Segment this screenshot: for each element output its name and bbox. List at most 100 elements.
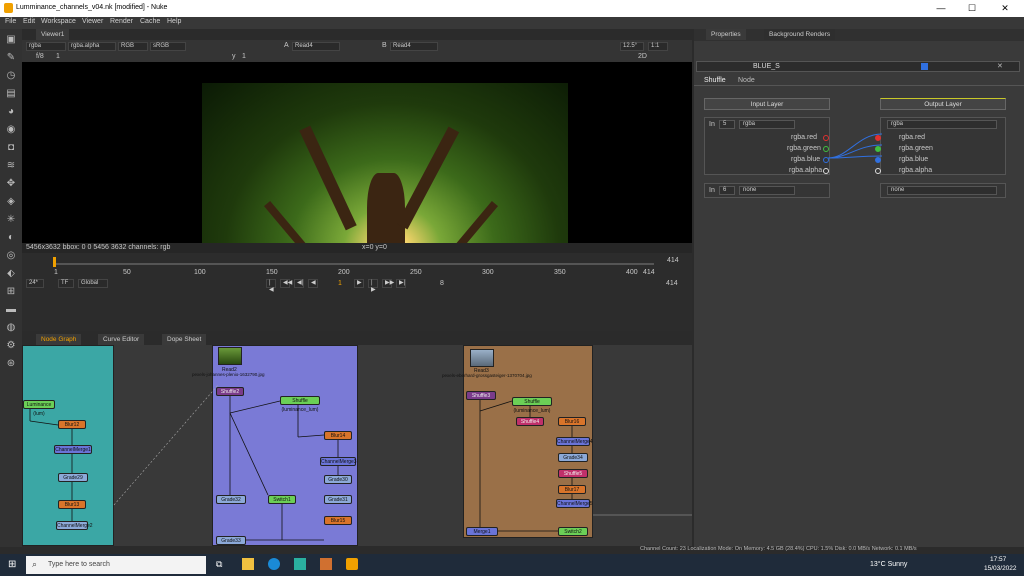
input-a-label: A [284,42,289,49]
node-name[interactable]: BLUE_S [753,63,780,70]
playback-controls: |◀ ◀◀ ◀| ◀ 1 ▶ |▶ ▶▶ ▶| 8 [256,279,456,293]
y-field[interactable]: 1 [242,53,246,60]
in2-number-select[interactable]: 6 [719,186,735,195]
play-button[interactable]: ▶ [354,279,364,288]
global-select[interactable]: Global [78,279,108,288]
prev-frame-button[interactable]: ◀| [294,279,304,288]
input-b-select[interactable]: Read4 [390,41,438,51]
out-channel-green: rgba.green [899,145,933,152]
tf-select[interactable]: TF [58,279,74,288]
node-header: BLUE_S ✕ [696,61,1020,72]
current-frame[interactable]: 1 [338,280,342,287]
colorspace-select[interactable]: sRGB [150,41,186,51]
window-title: Lumminance_channels_v04.nk [modified] - … [16,4,168,11]
tab-viewer1[interactable]: Viewer1 [36,29,70,40]
toolsets-icon[interactable]: ⊞ [4,285,18,298]
cursor-coords: x=0 y=0 [362,244,387,251]
channel-icon[interactable]: ▤ [4,87,18,100]
subtab-node[interactable]: Node [738,77,755,84]
timeline: 1 50 100 150 200 250 300 350 400 414 414… [22,253,692,331]
play-back-button[interactable]: ◀ [308,279,318,288]
out-layer-select[interactable]: rgba [887,120,997,129]
transform-icon[interactable]: ✥ [4,177,18,190]
time-icon[interactable]: ◷ [4,69,18,82]
clock-date[interactable]: 15/03/2022 [984,565,1017,572]
app-m-icon[interactable] [294,558,306,570]
fps-select[interactable]: 24* [26,279,44,288]
furnace-icon[interactable]: ◍ [4,321,18,334]
next-key-button[interactable]: ▶▶ [382,279,394,288]
display-select[interactable]: RGB [118,41,148,51]
zoom-select[interactable]: 12.5° [620,41,644,51]
maximize-button[interactable]: ☐ [957,2,987,15]
mode-2d-select[interactable]: 2D [638,53,647,60]
first-frame-button[interactable]: |◀ [266,279,276,293]
next-frame-button[interactable]: |▶ [368,279,378,293]
other-icon[interactable]: ▬ [4,303,18,316]
menu-render[interactable]: Render [110,18,133,25]
prev-key-button[interactable]: ◀◀ [280,279,292,288]
deep-icon[interactable]: ◐ [4,231,18,244]
subtab-shuffle[interactable]: Shuffle [704,77,726,84]
draw-icon[interactable]: ✎ [4,51,18,64]
nuke-taskbar-icon[interactable] [346,558,358,570]
windows-start-icon[interactable]: ⊞ [8,559,16,570]
tab-properties[interactable]: Properties [706,29,746,40]
input-b-label: B [382,42,387,49]
in2-layer-select[interactable]: none [739,186,795,195]
out2-layer-select[interactable]: none [887,186,997,195]
tick-300: 300 [482,269,494,276]
tab-dope-sheet[interactable]: Dope Sheet [162,334,207,345]
step-value[interactable]: 8 [440,280,444,287]
end-frame-2[interactable]: 414 [666,280,678,287]
menu-viewer[interactable]: Viewer [82,18,103,25]
frame-field[interactable]: f/8 [36,53,44,60]
clock-time[interactable]: 17:57 [990,556,1006,563]
tab-curve-editor[interactable]: Curve Editor [98,334,145,345]
weather[interactable]: 13°C Sunny [870,561,907,568]
frame-value[interactable]: 1 [56,53,60,60]
close-button[interactable]: ✕ [990,2,1020,15]
color-icon[interactable]: ◕ [4,105,18,118]
in-layer-select[interactable]: rgba [739,120,795,129]
playhead[interactable] [53,257,56,267]
title-bar: Lumminance_channels_v04.nk [modified] - … [0,0,1024,17]
timeline-track[interactable] [54,263,654,265]
minimize-button[interactable]: — [926,2,956,15]
input-a-select[interactable]: Read4 [292,41,340,51]
tab-background-renders[interactable]: Background Renders [764,29,836,40]
search-icon: ⌕ [32,559,38,569]
taskbar-search[interactable]: Type here to search [26,556,206,574]
keyer-icon[interactable]: ◘ [4,141,18,154]
file-explorer-icon[interactable] [242,558,254,570]
plugin-icon[interactable]: ⊛ [4,357,18,370]
close-properties-icon[interactable]: ✕ [997,62,1003,70]
metadata-icon[interactable]: ⬖ [4,267,18,280]
menu-file[interactable]: File [5,18,16,25]
menu-help[interactable]: Help [167,18,181,25]
particles-icon[interactable]: ✳ [4,213,18,226]
channels-select[interactable]: rgba [26,41,66,51]
image-info: 5456x3632 bbox: 0 0 5456 3632 channels: … [26,244,171,251]
input-layer-box: In 5 rgba rgba.red rgba.green rgba.blue … [704,117,830,175]
image-icon[interactable]: ▣ [4,33,18,46]
in-number-select[interactable]: 5 [719,120,735,129]
3d-icon[interactable]: ◈ [4,195,18,208]
edge-icon[interactable] [268,558,280,570]
menu-workspace[interactable]: Workspace [41,18,76,25]
tab-node-graph[interactable]: Node Graph [36,334,82,345]
alpha-select[interactable]: rgba.alpha [68,41,116,51]
views-icon[interactable]: ◎ [4,249,18,262]
node-color-swatch[interactable] [921,63,928,70]
ofx-icon[interactable]: ⚙ [4,339,18,352]
menu-cache[interactable]: Cache [140,18,160,25]
menu-edit[interactable]: Edit [23,18,35,25]
last-frame-button[interactable]: ▶| [396,279,406,288]
end-frame[interactable]: 414 [667,257,679,264]
merge-icon[interactable]: ≋ [4,159,18,172]
ratio-select[interactable]: 1:1 [648,41,668,51]
filter-icon[interactable]: ◉ [4,123,18,136]
task-view-icon[interactable]: ⧉ [216,559,222,570]
node-graph-canvas[interactable]: Luminance (lum) Blur12 ChannelMerge1 Gra… [22,345,692,546]
media-app-icon[interactable] [320,558,332,570]
